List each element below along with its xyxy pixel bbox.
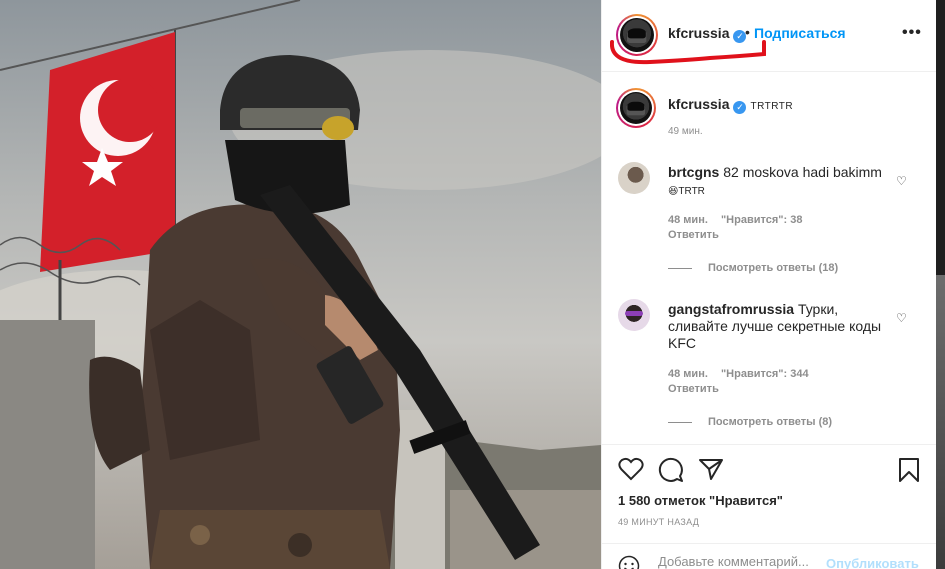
view-replies-label: Посмотреть ответы (8)	[708, 416, 833, 428]
reply-button[interactable]: Ответить	[668, 383, 719, 395]
view-replies-label: Посмотреть ответы (18)	[708, 262, 839, 274]
caption-line: kfcrussia ✓ TRTRTR	[668, 96, 793, 114]
comment-text-suffix: 😆TRTR	[668, 186, 705, 197]
more-options-icon[interactable]: •••	[902, 24, 922, 42]
soldier-photo-illustration	[0, 0, 601, 569]
caption-time[interactable]: 49 мин.	[668, 126, 703, 137]
comment-time[interactable]: 48 мин.	[668, 214, 708, 226]
comment-likes[interactable]: "Нравится": 344	[721, 368, 809, 380]
verified-badge-icon: ✓	[733, 101, 747, 114]
comment-bubble-icon[interactable]	[658, 457, 684, 483]
likes-count[interactable]: 1 580 отметок "Нравится"	[618, 493, 783, 508]
view-replies-button[interactable]: Посмотреть ответы (8)	[668, 416, 832, 428]
post-comment-button[interactable]: Опубликовать	[826, 556, 919, 569]
caption-avatar-ring[interactable]	[616, 88, 656, 128]
comment-text: 82 moskova hadi bakimm	[723, 164, 882, 180]
view-replies-button[interactable]: Посмотреть ответы (18)	[668, 262, 838, 274]
commenter-username-link[interactable]: brtcgns	[668, 164, 719, 180]
comment-body: gangstafromrussia Турки, сливайте лучше …	[668, 301, 888, 352]
post-header: kfcrussia ✓ • Подписаться •••	[602, 0, 937, 72]
comment-like-heart-icon[interactable]: ♡	[896, 174, 907, 188]
background-strip-mid	[936, 275, 945, 569]
comment-time[interactable]: 48 мин.	[668, 368, 708, 380]
post-time-ago[interactable]: 49 МИНУТ НАЗАД	[618, 517, 699, 527]
post-photo[interactable]	[0, 0, 601, 569]
save-bookmark-icon[interactable]	[898, 457, 920, 483]
red-underline-annotation	[610, 40, 766, 65]
post-actions: 1 580 отметок "Нравится" 49 МИНУТ НАЗАД …	[602, 444, 937, 569]
caption-avatar[interactable]	[620, 92, 652, 124]
background-page-strip	[936, 0, 945, 569]
comment-meta: 48 мин. "Нравится": 344	[668, 368, 819, 380]
comment-like-heart-icon[interactable]: ♡	[896, 311, 907, 325]
post-sidebar: kfcrussia ✓ • Подписаться ••• kfcrussia ✓ T…	[601, 0, 937, 569]
commenter-avatar[interactable]	[618, 299, 650, 331]
reply-button[interactable]: Ответить	[668, 229, 719, 241]
share-paper-plane-icon[interactable]	[698, 457, 724, 481]
like-heart-icon[interactable]	[618, 457, 644, 481]
comment-body: brtcgns 82 moskova hadi bakimm 😆TRTR	[668, 164, 888, 200]
comment-meta: 48 мин. "Нравится": 38	[668, 214, 812, 226]
comment-likes[interactable]: "Нравится": 38	[721, 214, 802, 226]
replies-line-divider	[668, 267, 692, 269]
commenter-avatar[interactable]	[618, 162, 650, 194]
caption-username-link[interactable]: kfcrussia	[668, 96, 729, 112]
replies-line-divider	[668, 421, 692, 423]
emoji-smile-icon[interactable]	[618, 555, 640, 569]
caption-text: TRTRTR	[750, 101, 794, 112]
add-comment-bar: Опубликовать	[602, 543, 937, 569]
background-strip-dark	[936, 0, 945, 275]
commenter-username-link[interactable]: gangstafromrussia	[668, 301, 794, 317]
